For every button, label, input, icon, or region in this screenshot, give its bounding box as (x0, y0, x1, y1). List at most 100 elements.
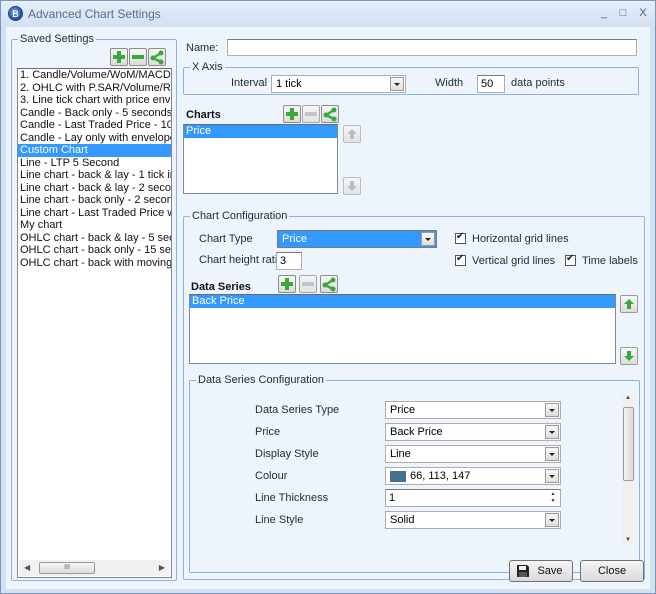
scroll-up-icon[interactable]: ▲ (625, 395, 631, 401)
add-data-series-button[interactable] (278, 275, 296, 293)
window-title: Advanced Chart Settings (28, 7, 161, 21)
add-chart-button[interactable] (283, 105, 301, 123)
saved-setting-item[interactable]: 1. Candle/Volume/WoM/MACD (18, 69, 171, 82)
scroll-down-icon[interactable]: ▼ (625, 537, 631, 543)
saved-setting-item[interactable]: 3. Line tick chart with price envelope (18, 94, 171, 107)
width-input[interactable]: 50 (477, 75, 505, 93)
share-saved-setting-button[interactable] (148, 48, 166, 66)
scrollbar-thumb[interactable] (623, 407, 634, 481)
close-icon[interactable]: X (636, 6, 650, 20)
chart-item[interactable]: Price (184, 125, 337, 138)
data-series-configuration-label: Data Series Configuration (196, 374, 326, 386)
saved-setting-item[interactable]: Line chart - back only - 2 second interv… (18, 194, 171, 207)
floppy-disk-icon (517, 565, 529, 577)
move-series-down-button[interactable] (620, 347, 638, 365)
config-vertical-scrollbar[interactable]: ▲ ▼ (622, 393, 636, 545)
vertical-grid-label: Vertical grid lines (472, 255, 556, 267)
line-style-select[interactable]: Solid (385, 511, 561, 529)
arrow-down-icon (624, 351, 634, 361)
title-bar[interactable]: B Advanced Chart Settings _ □ X (1, 1, 655, 27)
saved-settings-horizontal-scrollbar[interactable]: ◀ III ▶ (19, 560, 170, 576)
colour-select[interactable]: 66, 113, 147 (385, 467, 561, 485)
spinner-arrows-icon[interactable]: ▲ ▼ (547, 491, 559, 505)
saved-setting-item[interactable]: OHLC chart - back & lay - 5 second inter… (18, 232, 171, 245)
line-thickness-stepper[interactable]: 1 ▲ ▼ (385, 489, 561, 507)
saved-setting-item[interactable]: Line chart - back & lay - 1 tick interva… (18, 169, 171, 182)
saved-setting-item[interactable]: OHLC chart - back with moving average (18, 257, 171, 270)
charts-label: Charts (186, 109, 221, 121)
chevron-down-icon[interactable] (545, 513, 559, 527)
name-input[interactable] (227, 39, 637, 56)
vertical-grid-checkbox[interactable] (455, 253, 466, 266)
chevron-down-icon[interactable] (421, 232, 435, 246)
width-unit-label: data points (511, 77, 565, 89)
x-axis-group: X Axis Interval 1 tick Width 50 data poi… (183, 61, 639, 95)
data-series-configuration-group: Data Series Configuration Data Series Ty… (189, 374, 640, 573)
interval-select[interactable]: 1 tick (271, 75, 406, 93)
display-style-select[interactable]: Line (385, 445, 561, 463)
remove-data-series-button[interactable] (299, 275, 317, 293)
saved-settings-group: Saved Settings 1. Candle/Volume/WoM/MACD… (11, 33, 177, 581)
remove-chart-button[interactable] (302, 105, 320, 123)
saved-settings-label: Saved Settings (18, 33, 96, 45)
saved-settings-list[interactable]: 1. Candle/Volume/WoM/MACD 2. OHLC with P.… (17, 68, 172, 578)
saved-setting-item[interactable]: Line chart - back & lay - 2 second inter… (18, 182, 171, 195)
saved-setting-item[interactable]: Candle - Back only - 5 seconds (18, 107, 171, 120)
chart-height-ratio-input[interactable]: 3 (276, 252, 302, 270)
chevron-down-icon[interactable] (390, 77, 404, 91)
move-series-up-button[interactable] (620, 295, 638, 313)
move-chart-up-button[interactable] (343, 125, 361, 143)
time-labels-checkbox[interactable] (565, 253, 576, 266)
share-data-series-button[interactable] (320, 275, 338, 293)
save-button[interactable]: Save (509, 560, 573, 582)
plus-icon (281, 278, 293, 290)
chart-type-select[interactable]: Price (277, 230, 437, 248)
add-saved-setting-button[interactable] (110, 48, 128, 66)
name-label: Name: (186, 42, 219, 54)
config-row-value: Solid (390, 514, 415, 526)
scroll-right-icon[interactable]: ▶ (159, 563, 165, 572)
chart-configuration-label: Chart Configuration (190, 210, 290, 222)
close-button[interactable]: Close (580, 560, 644, 582)
maximize-icon[interactable]: □ (616, 6, 630, 20)
move-chart-down-button[interactable] (343, 177, 361, 195)
share-chart-button[interactable] (321, 105, 339, 123)
plus-icon (113, 51, 125, 63)
config-row-label: Data Series Type (255, 404, 340, 416)
advanced-chart-settings-window: B Advanced Chart Settings _ □ X Saved Se… (0, 0, 656, 594)
saved-setting-item[interactable]: OHLC chart - back only - 15 second (18, 244, 171, 257)
data-series-item[interactable]: Back Price (190, 295, 615, 308)
share-icon (323, 107, 337, 122)
saved-setting-item[interactable]: Custom Chart (18, 144, 171, 157)
config-row-value: Price (390, 404, 416, 416)
x-axis-label: X Axis (190, 61, 225, 73)
charts-list[interactable]: Price (183, 124, 338, 194)
chevron-down-icon[interactable] (545, 425, 559, 439)
config-row-label: Line Thickness (255, 492, 329, 504)
save-label: Save (537, 565, 563, 577)
config-row-label: Price (255, 426, 281, 438)
minus-icon (302, 282, 314, 286)
chart-height-ratio-label: Chart height ratio (199, 254, 284, 266)
width-label: Width (435, 77, 464, 89)
chevron-down-icon[interactable] (545, 447, 559, 461)
price-select[interactable]: Back Price (385, 423, 561, 441)
horizontal-grid-checkbox[interactable] (455, 231, 466, 244)
remove-saved-setting-button[interactable] (129, 48, 147, 66)
dialog-body: Saved Settings 1. Candle/Volume/WoM/MACD… (6, 27, 650, 589)
saved-setting-item[interactable]: Line chart - Last Traded Price with MA (18, 207, 171, 220)
config-row-label: Colour (255, 470, 288, 482)
scrollbar-thumb[interactable]: III (39, 562, 95, 574)
chevron-down-icon[interactable] (545, 469, 559, 483)
saved-setting-item[interactable]: 2. OHLC with P.SAR/Volume/RSI (18, 82, 171, 95)
data-series-type-select[interactable]: Price (385, 401, 561, 419)
saved-setting-item[interactable]: Line - LTP 5 Second (18, 157, 171, 170)
arrow-up-icon (624, 299, 634, 309)
saved-setting-item[interactable]: Candle - Last Traded Price - 10 seconds (18, 119, 171, 132)
data-series-list[interactable]: Back Price (189, 294, 616, 364)
scroll-left-icon[interactable]: ◀ (24, 563, 30, 572)
saved-setting-item[interactable]: Candle - Lay only with envelope - 10 (18, 132, 171, 145)
chevron-down-icon[interactable] (545, 403, 559, 417)
saved-setting-item[interactable]: My chart (18, 219, 171, 232)
minimize-icon[interactable]: _ (597, 6, 611, 20)
